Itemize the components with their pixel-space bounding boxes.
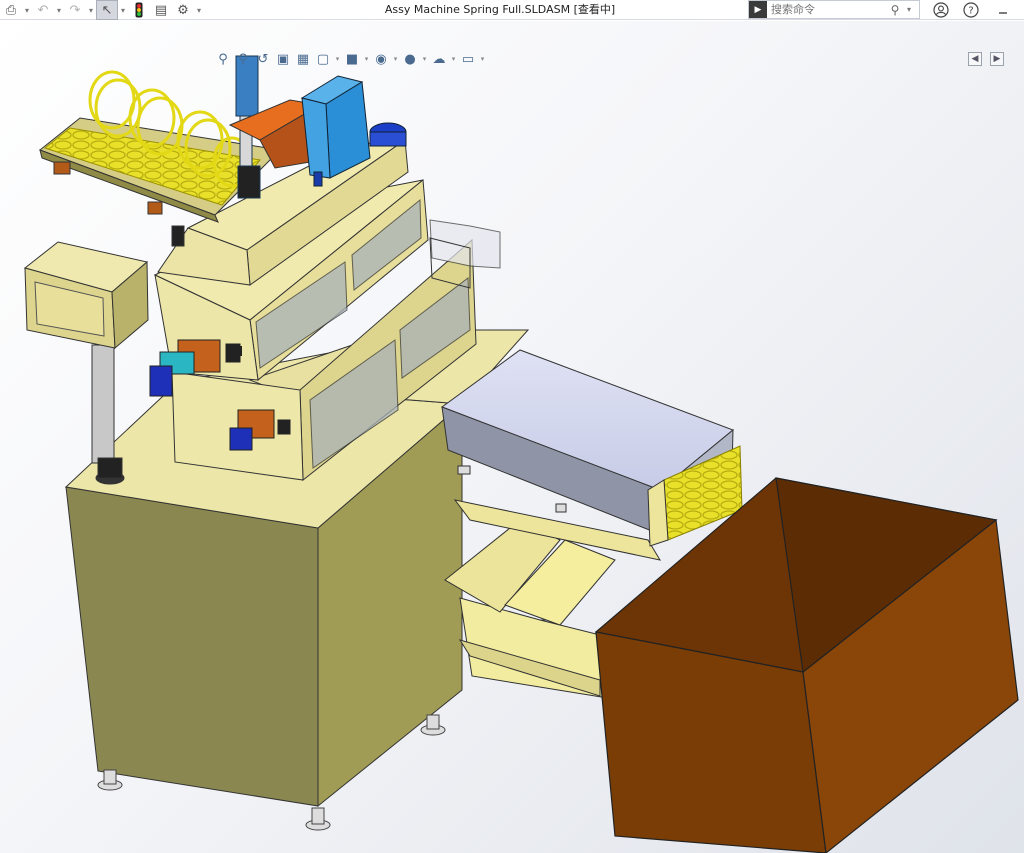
undo-icon[interactable]: ↶	[32, 0, 54, 20]
previous-view-icon[interactable]: ↺	[253, 50, 273, 68]
edit-appearance-icon[interactable]: ●	[400, 50, 420, 68]
hide-show-items-icon[interactable]: ◉	[371, 50, 391, 68]
assembly-model-view[interactable]	[0, 21, 1024, 853]
edit-appearance-chevron-icon[interactable]: ▾	[420, 55, 429, 63]
redo-dropdown-chevron-icon[interactable]: ▾	[86, 0, 96, 20]
view-orientation-chevron-icon[interactable]: ▾	[333, 55, 342, 63]
display-style-icon[interactable]: ■	[342, 50, 362, 68]
section-view-icon[interactable]: ▣	[273, 50, 293, 68]
file-properties-icon[interactable]: ▤	[150, 0, 172, 20]
search-icon[interactable]: ⚲	[887, 3, 903, 17]
blue-cap-component	[369, 122, 407, 147]
view-settings-icon[interactable]: ▭	[458, 50, 478, 68]
control-panel-box	[23, 241, 149, 350]
apply-scene-chevron-icon[interactable]: ▾	[449, 55, 458, 63]
search-commands-box[interactable]: ▶ ⚲ ▾	[748, 0, 920, 19]
print-dropdown-chevron-icon[interactable]: ▾	[22, 0, 32, 20]
quick-access-toolbar: ⎙ ▾ ↶ ▾ ↷ ▾ ↖ ▾ ▤ ⚙ ▾	[0, 0, 204, 20]
heads-up-view-toolbar: ⚲ ⚲ ↺ ▣ ▦ ▢ ▾ ■ ▾ ◉ ▾ ● ▾ ☁ ▾ ▭ ▾	[213, 50, 487, 68]
window-title: Assy Machine Spring Full.SLDASM [查看中]	[384, 3, 616, 16]
help-question-icon[interactable]: ?	[960, 0, 982, 20]
view-orientation-icon[interactable]: ▢	[313, 50, 333, 68]
search-commands-input[interactable]	[767, 1, 887, 18]
dynamic-annotation-view-icon[interactable]: ▦	[293, 50, 313, 68]
graphics-area[interactable]: ◀ ▶ ⚲ ⚲ ↺ ▣ ▦ ▢ ▾ ■ ▾ ◉ ▾ ● ▾ ☁ ▾ ▭ ▾	[0, 21, 1024, 853]
command-prompt-icon: ▶	[749, 1, 767, 18]
options-gear-icon[interactable]: ⚙	[172, 0, 194, 20]
rebuild-traffic-light-icon[interactable]	[128, 0, 150, 20]
zoom-to-fit-icon[interactable]: ⚲	[213, 50, 233, 68]
select-pointer-icon[interactable]: ↖	[96, 0, 118, 20]
apply-scene-icon[interactable]: ☁	[429, 50, 449, 68]
print-icon[interactable]: ⎙	[0, 0, 22, 20]
control-panel-pillar	[91, 344, 125, 485]
select-dropdown-chevron-icon[interactable]: ▾	[118, 0, 128, 20]
display-style-chevron-icon[interactable]: ▾	[362, 55, 371, 63]
title-bar: ⎙ ▾ ↶ ▾ ↷ ▾ ↖ ▾ ▤ ⚙ ▾ Assy Machine Sprin…	[0, 0, 1024, 20]
zoom-to-area-icon[interactable]: ⚲	[233, 50, 253, 68]
account-user-icon[interactable]	[930, 0, 952, 20]
undo-dropdown-chevron-icon[interactable]: ▾	[54, 0, 64, 20]
hide-show-chevron-icon[interactable]: ▾	[391, 55, 400, 63]
view-settings-chevron-icon[interactable]: ▾	[478, 55, 487, 63]
svg-text:?: ?	[968, 6, 973, 17]
search-dropdown-chevron-icon[interactable]: ▾	[903, 5, 915, 14]
minimize-window-icon[interactable]	[992, 0, 1014, 20]
options-dropdown-chevron-icon[interactable]: ▾	[194, 0, 204, 20]
redo-icon[interactable]: ↷	[64, 0, 86, 20]
